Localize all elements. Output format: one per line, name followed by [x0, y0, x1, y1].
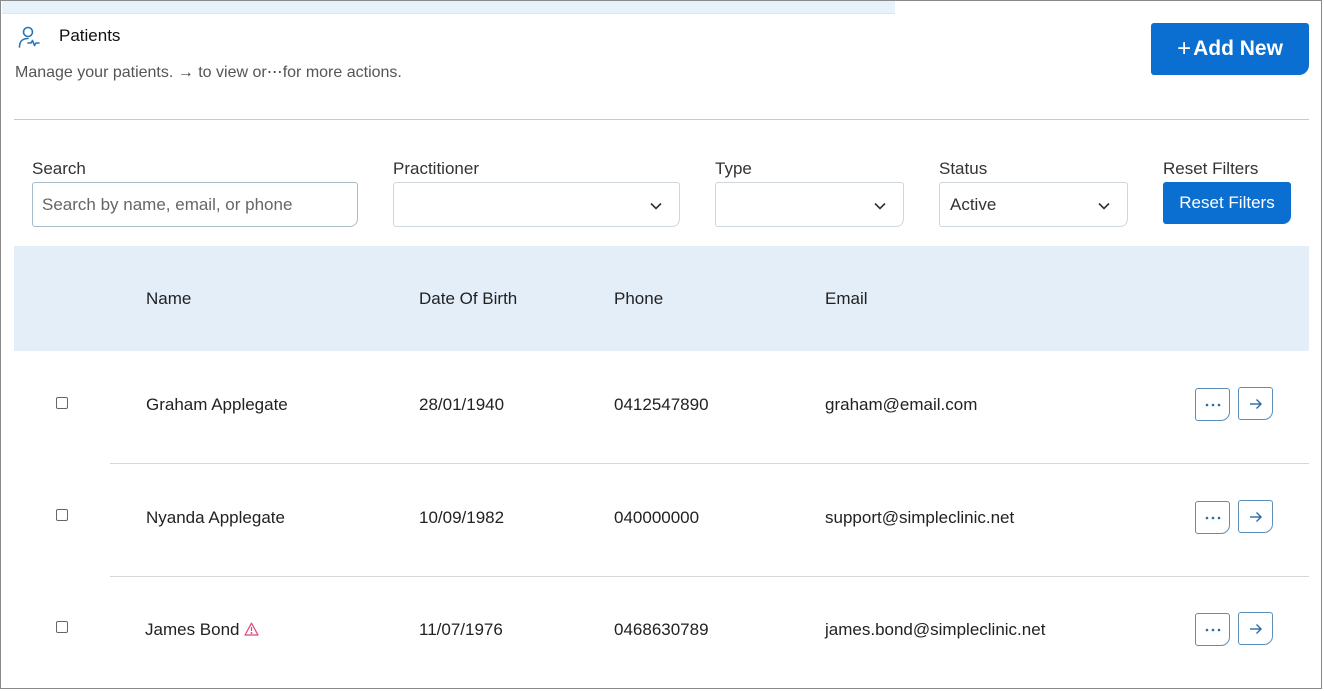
more-actions-button[interactable] — [1195, 613, 1230, 646]
arrow-right-icon — [1249, 623, 1262, 634]
more-dots-icon: ⋯ — [266, 64, 283, 81]
table-header: Name Date Of Birth Phone Email — [14, 246, 1309, 351]
arrow-right-icon — [1249, 511, 1262, 522]
search-label: Search — [32, 159, 86, 178]
subtitle-text-start: Manage your patients. — [15, 64, 174, 81]
patient-email: support@simpleclinic.net — [825, 508, 1015, 527]
status-select[interactable]: Active — [939, 182, 1128, 227]
view-patient-button[interactable] — [1238, 387, 1273, 420]
patient-name[interactable]: James Bond — [145, 620, 240, 639]
patient-name-cell: James Bond — [145, 620, 259, 640]
more-dots-icon — [1205, 403, 1220, 406]
patient-dob: 11/07/1976 — [419, 620, 503, 639]
more-actions-button[interactable] — [1195, 501, 1230, 534]
search-input[interactable] — [33, 183, 357, 226]
more-dots-icon — [1205, 628, 1220, 631]
more-actions-button[interactable] — [1195, 388, 1230, 421]
top-tab-strip — [2, 1, 895, 14]
page-title: Patients — [59, 26, 121, 45]
arrow-right-icon — [1249, 398, 1262, 409]
chevron-down-icon — [874, 202, 886, 210]
arrow-right-icon: → — [177, 64, 194, 81]
row-divider — [110, 463, 1309, 464]
patient-phone: 0468630789 — [614, 620, 709, 639]
reset-filters-button[interactable]: Reset Filters — [1163, 182, 1291, 224]
table-row[interactable]: Graham Applegate 28/01/1940 0412547890 g… — [14, 352, 1309, 464]
column-header-email[interactable]: Email — [825, 289, 868, 309]
plus-icon: + — [1177, 35, 1192, 62]
subtitle-text-middle: to view or — [198, 64, 267, 81]
patient-email: graham@email.com — [825, 395, 978, 414]
view-patient-button[interactable] — [1238, 500, 1273, 533]
patient-dob: 28/01/1940 — [419, 395, 505, 414]
patient-email: james.bond@simpleclinic.net — [825, 620, 1046, 639]
warning-icon — [243, 622, 259, 636]
column-header-dob[interactable]: Date Of Birth — [419, 289, 517, 309]
column-header-phone[interactable]: Phone — [614, 289, 663, 309]
page-subtitle: Manage your patients. → to view or⋯for m… — [15, 62, 402, 82]
patient-name[interactable]: Graham Applegate — [146, 395, 288, 415]
practitioner-select[interactable] — [393, 182, 680, 227]
patient-phone: 0412547890 — [614, 395, 709, 414]
view-patient-button[interactable] — [1238, 612, 1273, 645]
practitioner-label: Practitioner — [393, 159, 479, 178]
column-header-name[interactable]: Name — [146, 289, 191, 309]
header-divider — [14, 119, 1309, 120]
patient-phone: 040000000 — [614, 508, 700, 527]
chevron-down-icon — [1098, 202, 1110, 210]
reset-filters-label: Reset Filters — [1163, 159, 1259, 178]
add-new-label: Add New — [1193, 37, 1283, 60]
subtitle-text-end: for more actions. — [282, 64, 402, 81]
status-label: Status — [939, 159, 988, 178]
status-value: Active — [950, 195, 997, 214]
type-label: Type — [715, 159, 752, 178]
row-divider — [14, 688, 1309, 689]
patient-icon — [18, 26, 40, 48]
table-row[interactable]: James Bond 11/07/1976 0468630789 james.b… — [14, 577, 1309, 689]
add-new-button[interactable]: + Add New — [1151, 23, 1309, 75]
chevron-down-icon — [650, 202, 662, 210]
patient-dob: 10/09/1982 — [419, 508, 505, 527]
row-checkbox[interactable] — [56, 621, 68, 633]
more-dots-icon — [1205, 516, 1220, 519]
patient-name[interactable]: Nyanda Applegate — [146, 508, 285, 528]
table-row[interactable]: Nyanda Applegate 10/09/1982 040000000 su… — [14, 465, 1309, 577]
search-field — [32, 182, 358, 227]
type-select[interactable] — [715, 182, 904, 227]
row-checkbox[interactable] — [56, 509, 68, 521]
row-checkbox[interactable] — [56, 397, 68, 409]
patients-page: Patients Manage your patients. → to view… — [0, 0, 1322, 689]
